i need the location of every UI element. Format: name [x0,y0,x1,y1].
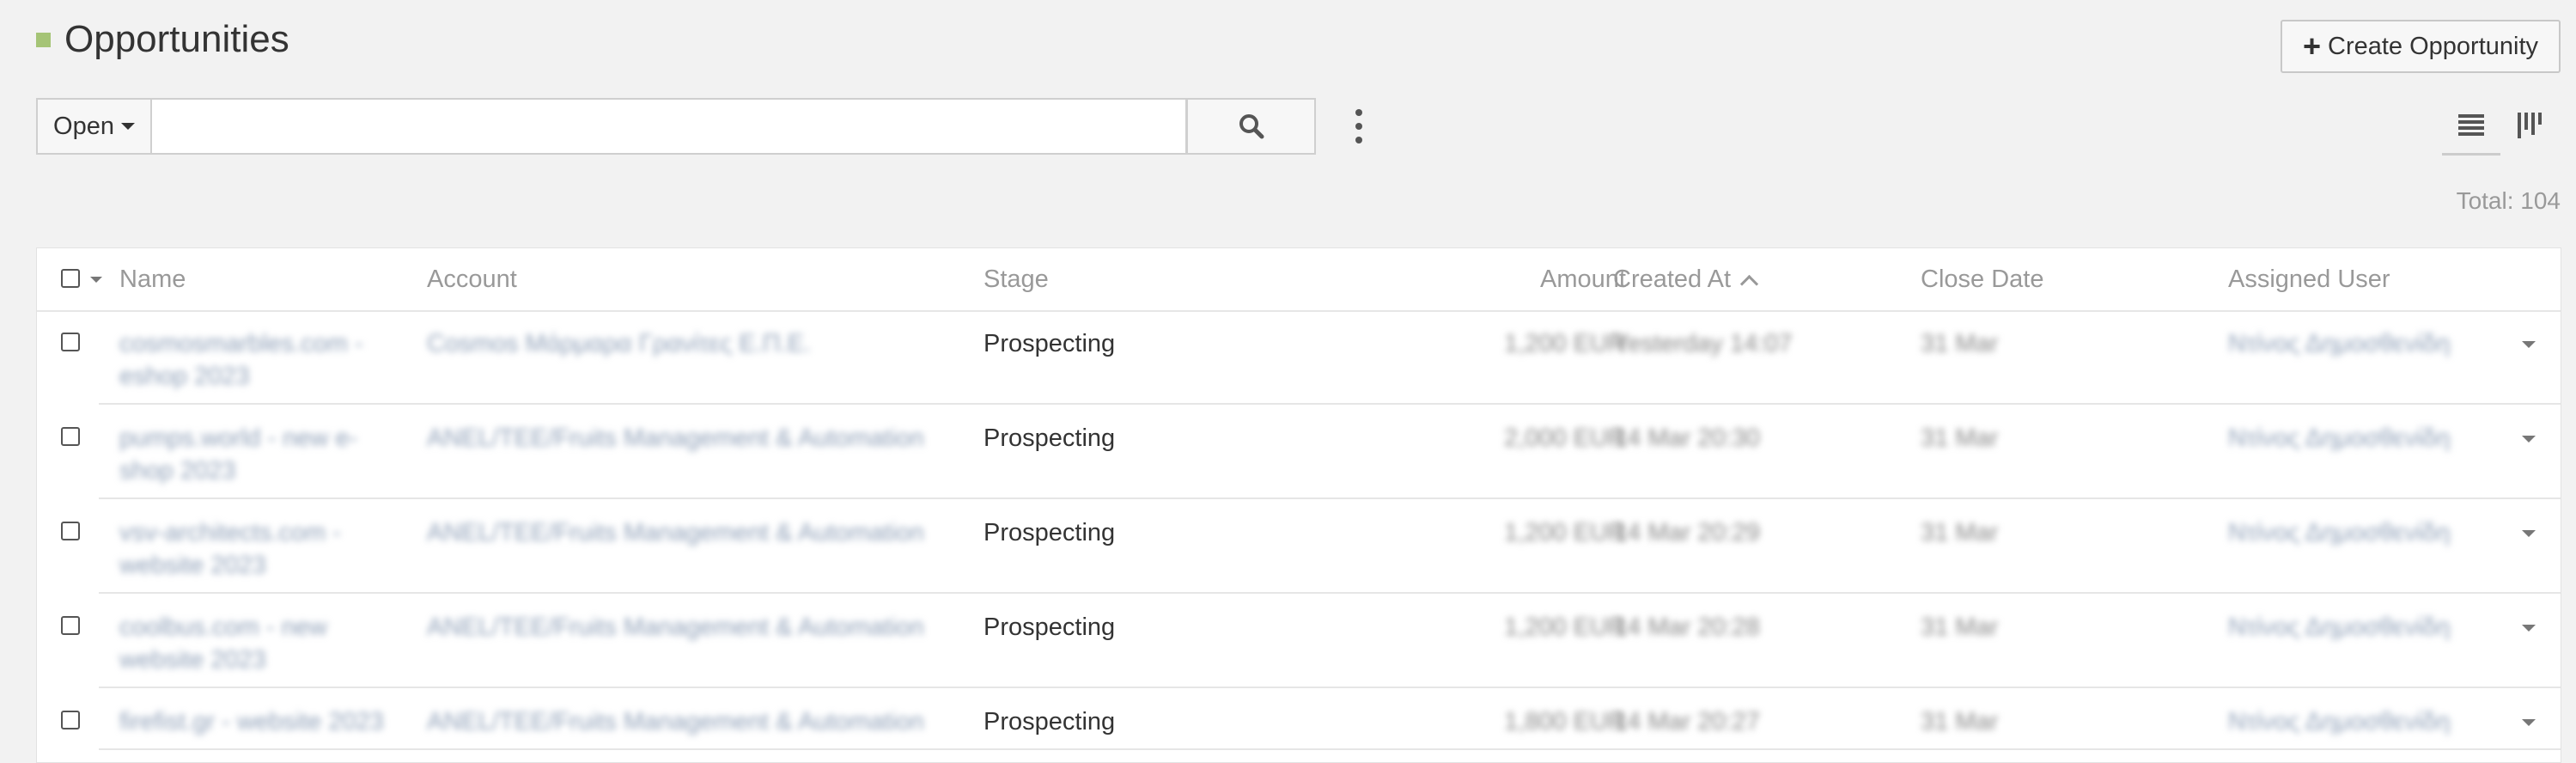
search-input[interactable] [152,98,1187,155]
table-header: Name Account Stage Amount Created At Clo… [37,248,2561,312]
opportunity-name-link[interactable]: pumps.world - new e-shop 2023 [119,422,377,487]
opportunity-name-link[interactable]: vsv-architects.com - website 2023 [119,516,377,582]
stage-value: Prospecting [984,519,1116,546]
row-checkbox[interactable] [61,333,80,351]
create-opportunity-button[interactable]: + Create Opportunity [2281,20,2561,73]
amount-value: 1,800 EUR [1504,708,1626,736]
row-checkbox[interactable] [61,616,80,635]
opportunity-name-link[interactable]: coolbus.com - new website 2023 [119,611,377,676]
close-date-value: 31 Mar [1921,424,1999,452]
plus-icon: + [2302,28,2321,64]
kebab-dot [1355,123,1362,130]
opportunity-name-link[interactable]: firefist.gr - website 2023 [119,705,429,738]
kanban-view-icon [2518,113,2542,138]
amount-value: 1,200 EUR [1504,613,1626,641]
sort-ascending-icon [1739,274,1759,294]
amount-value: 1,200 EUR [1504,330,1626,357]
search-icon [1239,114,1264,139]
account-link[interactable]: ANEL/TEE/Fruits Management & Automation [427,422,951,455]
list-view-icon [2458,114,2484,136]
close-date-value: 31 Mar [1921,330,1999,357]
created-at-value: Yesterday 14:07 [1613,330,1793,357]
row-checkbox[interactable] [61,711,80,729]
amount-value: 2,000 EUR [1504,424,1626,452]
stage-value: Prospecting [984,330,1116,357]
opportunity-name-link[interactable]: cosmosmarbles.com - eshop 2023 [119,327,377,393]
opportunities-page: Opportunities + Create Opportunity Open [0,0,2576,763]
column-header-created-at[interactable]: Created At [1613,266,1759,294]
table-row[interactable]: vsv-architects.com - website 2023 ANEL/T… [37,499,2561,594]
select-all-checkbox[interactable] [61,269,80,288]
created-at-value: 14 Mar 20:30 [1613,424,1760,452]
page-header: Opportunities [36,15,289,64]
module-color-square [36,32,51,47]
assigned-user-link[interactable]: Ντίνος Δημοσθενίδης [2228,422,2451,455]
created-at-value: 14 Mar 20:27 [1613,708,1760,736]
more-actions-kebab-icon[interactable] [1349,109,1369,143]
kanban-view-button[interactable] [2508,98,2553,153]
column-header-name[interactable]: Name [119,266,186,294]
table-row[interactable]: coolbus.com - new website 2023 ANEL/TEE/… [37,594,2561,688]
kebab-dot [1355,109,1362,116]
account-link[interactable]: ANEL/TEE/Fruits Management & Automation [427,516,951,549]
assigned-user-link[interactable]: Ντίνος Δημοσθενίδης [2228,705,2451,738]
assigned-user-link[interactable]: Ντίνος Δημοσθενίδης [2228,516,2451,549]
filter-dropdown[interactable]: Open [36,98,152,155]
column-header-close-date[interactable]: Close Date [1921,266,2043,294]
row-checkbox[interactable] [61,427,80,446]
created-at-value: 14 Mar 20:28 [1613,613,1760,641]
row-divider [99,748,2561,750]
total-count: Total: 104 [2456,187,2561,214]
search-button[interactable] [1186,98,1316,155]
account-link[interactable]: Cosmos Μάρμαρα Γρανίτες Ε.Π.Ε. [427,327,951,360]
create-opportunity-label: Create Opportunity [2328,32,2539,60]
column-header-assigned-user[interactable]: Assigned User [2228,266,2390,294]
assigned-user-link[interactable]: Ντίνος Δημοσθενίδης [2228,611,2451,644]
row-actions-chevron-down-icon[interactable] [2522,436,2536,443]
created-at-value: 14 Mar 20:29 [1613,519,1760,546]
table-row[interactable]: pumps.world - new e-shop 2023 ANEL/TEE/F… [37,405,2561,499]
table-row[interactable]: cosmosmarbles.com - eshop 2023 Cosmos Μά… [37,310,2561,405]
page-title: Opportunities [64,18,289,60]
column-header-account[interactable]: Account [427,266,517,294]
account-link[interactable]: ANEL/TEE/Fruits Management & Automation [427,705,951,738]
stage-value: Prospecting [984,708,1116,736]
close-date-value: 31 Mar [1921,708,1999,736]
amount-value: 1,200 EUR [1504,519,1626,546]
kebab-dot [1355,137,1362,143]
filter-label: Open [53,112,114,140]
opportunities-table: Name Account Stage Amount Created At Clo… [36,247,2561,763]
row-actions-chevron-down-icon[interactable] [2522,530,2536,537]
chevron-down-icon [120,123,135,130]
list-view-button[interactable] [2442,98,2500,156]
close-date-value: 31 Mar [1921,613,1999,641]
table-row[interactable]: firefist.gr - website 2023 ANEL/TEE/Frui… [37,688,2561,750]
row-actions-chevron-down-icon[interactable] [2522,719,2536,726]
column-header-stage[interactable]: Stage [984,266,1049,294]
row-actions-chevron-down-icon[interactable] [2522,625,2536,632]
created-at-label: Created At [1613,266,1732,293]
assigned-user-link[interactable]: Ντίνος Δημοσθενίδης [2228,327,2451,360]
close-date-value: 31 Mar [1921,519,1999,546]
row-actions-chevron-down-icon[interactable] [2522,341,2536,348]
select-all-chevron-down-icon[interactable] [90,277,102,283]
row-checkbox[interactable] [61,522,80,540]
stage-value: Prospecting [984,613,1116,641]
column-header-amount[interactable]: Amount [1497,266,1626,294]
account-link[interactable]: ANEL/TEE/Fruits Management & Automation [427,611,951,644]
stage-value: Prospecting [984,424,1116,452]
